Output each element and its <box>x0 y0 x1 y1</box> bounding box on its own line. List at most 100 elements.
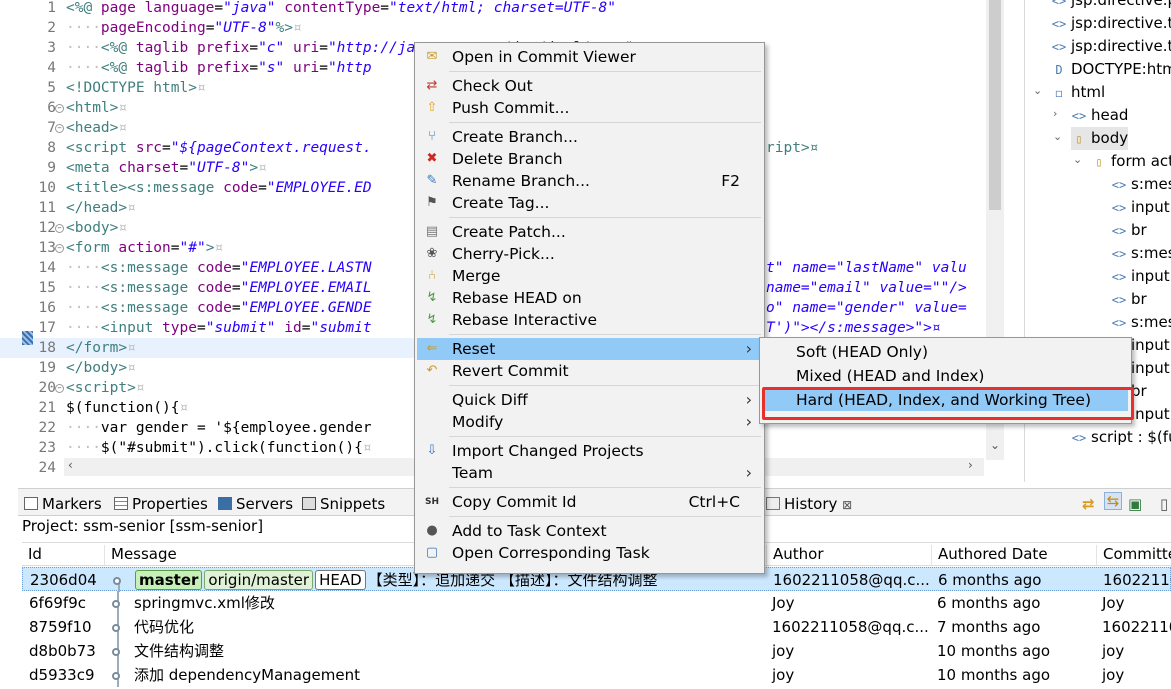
menu-item-revert-commit[interactable]: ↶ Revert Commit <box>417 360 762 382</box>
code-token: <s:message <box>100 280 197 296</box>
menu-item-rename-branch[interactable]: ✎ Rename Branch... F2 <box>417 170 762 192</box>
context-menu[interactable]: ✉ Open in Commit Viewer ⇄ Check Out ⇧ Push Co… <box>414 42 765 574</box>
table-row[interactable]: d8b0b73 文件结构调整 joy 10 months ago joy <box>22 639 1171 663</box>
table-row[interactable]: 6f69f9c springmvc.xml修改 Joy 6 months ago Joy <box>22 591 1171 615</box>
commit-id: 2306d04 <box>30 571 97 589</box>
menu-item-create-tag[interactable]: ⚑ Create Tag... <box>417 192 762 214</box>
menu-item-open-in-commit-viewer[interactable]: ✉ Open in Commit Viewer <box>417 46 762 68</box>
outline-item[interactable]: <> s:mess <box>1111 311 1171 334</box>
fold-toggle-icon[interactable]: − <box>55 224 64 233</box>
menu-item-create-patch[interactable]: ▤ Create Patch... <box>417 221 762 243</box>
tab-properties[interactable]: Properties <box>114 493 208 515</box>
view-menu-icon[interactable]: ▯ <box>1160 493 1168 515</box>
line-code: ····var gender = '${employee.gender <box>66 418 372 438</box>
outline-item[interactable]: <> br <box>1111 288 1147 311</box>
column-id[interactable]: Id <box>22 545 42 565</box>
column-author[interactable]: Author <box>766 545 824 565</box>
menu-item-rebase-head-on[interactable]: ↯ Rebase HEAD on <box>417 287 762 309</box>
menu-item-team[interactable]: Team › <box>417 462 762 484</box>
tab-markers[interactable]: Markers <box>24 493 102 515</box>
column-committer[interactable]: Committe <box>1096 545 1171 565</box>
code-token: <form <box>66 240 119 256</box>
menu-item-modify[interactable]: Modify › <box>417 411 762 433</box>
fold-toggle-icon[interactable]: − <box>55 384 64 393</box>
code-line[interactable]: 2 ····pageEncoding="UTF-8"%>¤ <box>0 18 1006 38</box>
tab-servers[interactable]: Servers <box>218 493 293 515</box>
outline-label: head <box>1091 106 1129 124</box>
scroll-down-icon[interactable]: ⌄ <box>990 438 1000 452</box>
outline-item[interactable]: <> input <box>1111 196 1170 219</box>
tree-toggle-icon[interactable]: › <box>1053 102 1057 125</box>
fold-toggle-icon[interactable]: − <box>55 104 64 113</box>
tab-snippets[interactable]: Snippets <box>302 493 385 515</box>
outline-item[interactable]: <> input <box>1111 265 1170 288</box>
code-token: "${pageContext.request. <box>170 140 372 156</box>
tab-history[interactable]: History ⊠ <box>766 493 852 515</box>
code-token: ¤ <box>293 20 302 36</box>
element-icon: <> <box>1111 293 1127 307</box>
outline-item[interactable]: <> s:mess <box>1111 173 1171 196</box>
line-code: ····<s:message code="EMPLOYEE.GENDE <box>66 298 372 318</box>
menu-item-cherry-pick[interactable]: ❀ Cherry-Pick... <box>417 243 762 265</box>
code-token: action <box>118 240 171 256</box>
outline-item[interactable]: › <> head <box>1053 104 1129 127</box>
outline-item[interactable]: ⌄ ◻ html <box>1033 81 1105 104</box>
table-row[interactable]: 8759f10 代码优化 1602211058@qq.c... 7 months ag… <box>22 615 1171 639</box>
menu-item-rebase-interactive[interactable]: ↯ Rebase Interactive <box>417 309 762 331</box>
code-token: = <box>231 280 241 296</box>
menu-item-delete-branch[interactable]: ✖ Delete Branch <box>417 148 762 170</box>
link-with-selection-icon[interactable]: ⇆ <box>1104 492 1122 510</box>
code-token: </body> <box>66 360 128 376</box>
outline-item[interactable]: <> s:mess <box>1111 242 1171 265</box>
menu-item-import-changed-projects[interactable]: ⇩ Import Changed Projects <box>417 440 762 462</box>
line-number: 14 <box>38 260 56 276</box>
fold-toggle-icon[interactable]: − <box>55 244 64 253</box>
outline-item[interactable]: <> jsp:directive.t <box>1051 35 1171 58</box>
outline-item[interactable]: D DOCTYPE:html <box>1051 58 1171 81</box>
code-token: var gender = '${employee.gender <box>100 420 372 436</box>
fetch-icon[interactable]: ⇄ <box>1082 493 1095 515</box>
commit-author: joy <box>772 666 795 684</box>
submenu-arrow-icon: › <box>745 339 752 358</box>
code-line[interactable]: 1 <%@ page language="java" contentType="t… <box>0 0 1006 18</box>
submenu-item-mixed[interactable]: Mixed (HEAD and Index) <box>763 365 1128 387</box>
menu-separator <box>449 385 761 386</box>
tree-toggle-icon[interactable]: ⌄ <box>1033 79 1042 102</box>
outline-label: body <box>1091 129 1129 147</box>
column-authored-date[interactable]: Authored Date <box>931 545 1048 565</box>
menu-item-add-to-task-context[interactable]: ● Add to Task Context <box>417 520 762 542</box>
code-token: "UTF-8" <box>188 160 250 176</box>
tree-toggle-icon[interactable]: ⌄ <box>1053 125 1062 148</box>
menu-item-merge[interactable]: ⑃ Merge <box>417 265 762 287</box>
column-message[interactable]: Message <box>104 545 177 565</box>
menu-item-create-branch[interactable]: ⑂ Create Branch... <box>417 126 762 148</box>
close-icon[interactable]: ⊠ <box>842 498 852 512</box>
outline-item[interactable]: ⌄ ▯ body <box>1053 127 1129 150</box>
menu-item-check-out[interactable]: ⇄ Check Out <box>417 75 762 97</box>
menu-item-label: Add to Task Context <box>452 522 607 540</box>
outline-item[interactable]: <> jsp:directive.t <box>1051 12 1171 35</box>
outline-item[interactable]: <> jsp:directive.p <box>1051 0 1171 12</box>
scroll-left-icon[interactable]: ‹ <box>68 458 73 472</box>
code-token: taglib <box>135 40 197 56</box>
menu-separator <box>449 487 761 488</box>
line-number: 19 <box>38 360 56 376</box>
submenu-item-soft[interactable]: Soft (HEAD Only) <box>763 341 1128 363</box>
menu-item-push-commit[interactable]: ⇧ Push Commit... <box>417 97 762 119</box>
compare-mode-icon[interactable]: ▣ <box>1128 493 1142 515</box>
outline-item[interactable]: <> script : $(fu <box>1071 426 1171 449</box>
tree-toggle-icon[interactable]: ⌄ <box>1073 148 1082 171</box>
menu-item-reset[interactable]: ⇐ Reset › <box>417 338 762 360</box>
submenu-arrow-icon: › <box>745 412 752 431</box>
outline-item[interactable]: ⌄ ▯ form acti <box>1073 150 1171 173</box>
menu-item-open-corresponding-task[interactable]: ▢ Open Corresponding Task <box>417 542 762 564</box>
fold-toggle-icon[interactable]: − <box>55 124 64 133</box>
scroll-right-icon[interactable]: › <box>968 458 973 472</box>
outline-item[interactable]: <> br <box>1111 219 1147 242</box>
scrollbar-thumb[interactable] <box>989 0 1001 210</box>
commit-author: Joy <box>772 594 795 612</box>
table-row[interactable]: d5933c9 添加 dependencyManagement joy 10 mont… <box>22 663 1171 687</box>
menu-item-copy-commit-id[interactable]: SH Copy Commit Id Ctrl+C <box>417 491 762 513</box>
menu-item-quick-diff[interactable]: Quick Diff › <box>417 389 762 411</box>
line-code: ····<s:message code="EMPLOYEE.LASTN <box>66 258 372 278</box>
